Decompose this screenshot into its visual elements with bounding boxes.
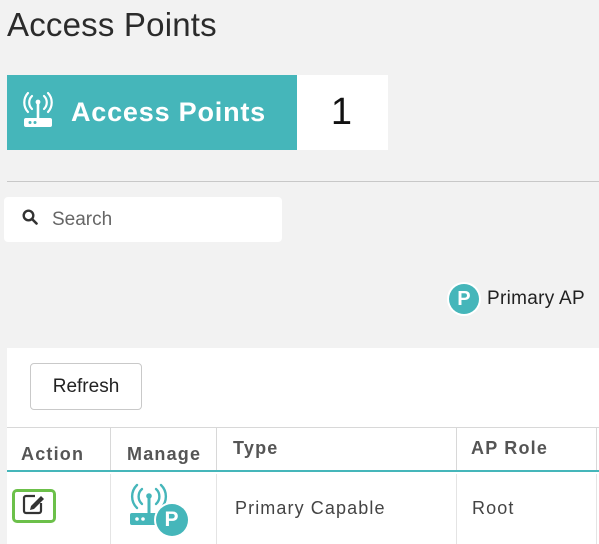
search-icon (22, 209, 38, 230)
page-title: Access Points (7, 6, 217, 43)
action-cell (7, 474, 111, 544)
manage-cell: P (111, 474, 217, 544)
primary-ap-legend: P Primary AP (448, 284, 585, 314)
column-header-type[interactable]: Type (217, 428, 457, 470)
refresh-button[interactable]: Refresh (30, 363, 142, 410)
table-header: Action Manage Type AP Role (7, 427, 599, 472)
edit-icon (22, 493, 46, 520)
summary-card-header: Access Points (7, 75, 297, 150)
summary-card-label: Access Points (71, 97, 266, 127)
access-points-table-panel: Refresh Action Manage Type AP Role P Pri… (7, 348, 599, 544)
access-point-icon (21, 90, 55, 135)
access-point-icon: P (126, 482, 192, 538)
access-points-summary-card[interactable]: Access Points 1 (7, 75, 388, 150)
table-row[interactable]: P Primary Capable Root (7, 474, 599, 544)
type-cell: Primary Capable (217, 474, 457, 544)
column-header-action[interactable]: Action (7, 428, 111, 470)
legend-label: Primary AP (486, 288, 585, 309)
primary-badge-icon: P (156, 504, 188, 536)
column-header-ap-role[interactable]: AP Role (457, 428, 597, 470)
ap-role-cell: Root (457, 474, 597, 544)
edit-button[interactable] (12, 489, 56, 523)
column-header-manage[interactable]: Manage (111, 428, 217, 470)
search-input[interactable] (52, 208, 262, 231)
access-points-count: 1 (297, 75, 388, 150)
divider (7, 181, 599, 182)
primary-badge-icon: P (448, 284, 479, 314)
search-box[interactable] (4, 197, 282, 242)
